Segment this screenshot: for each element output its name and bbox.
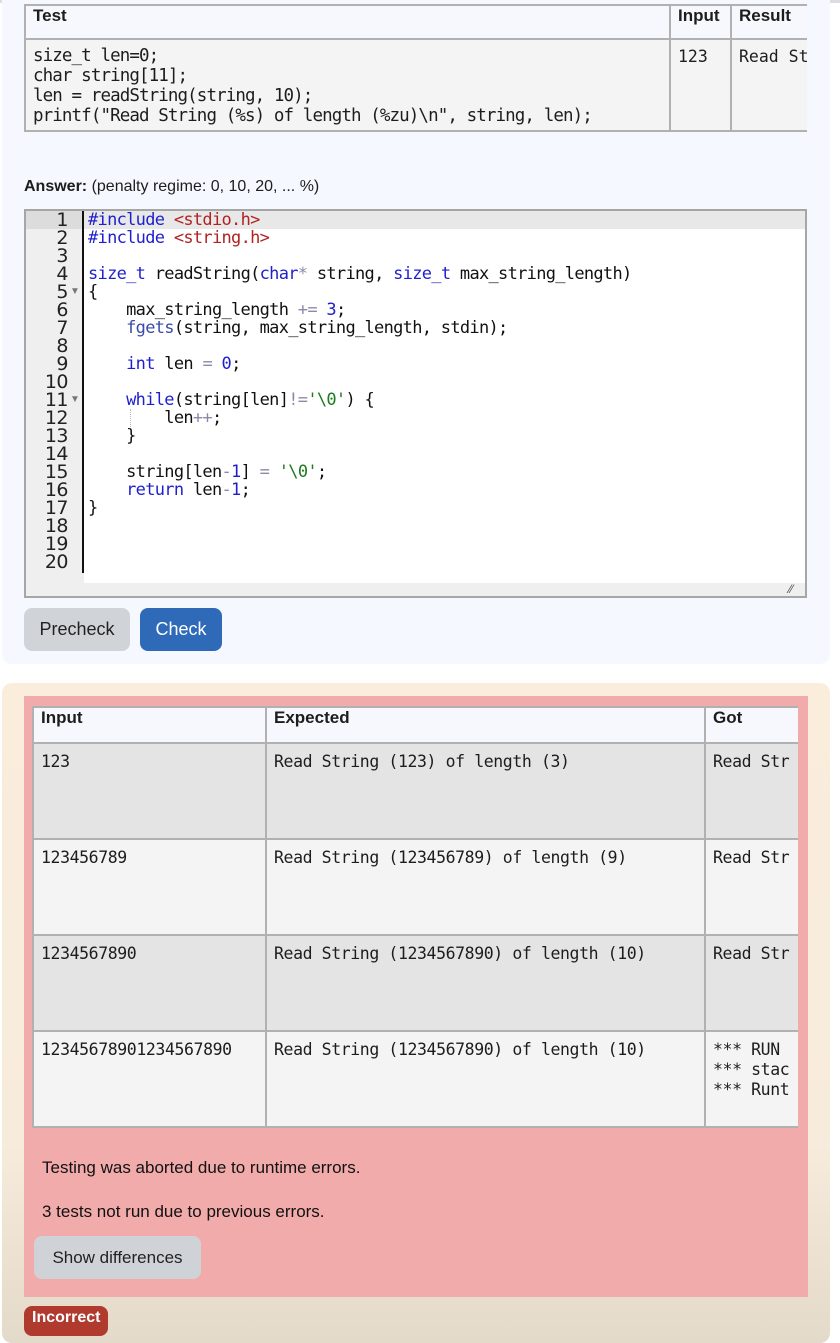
result-got: Read Str <box>704 934 798 1032</box>
table-row: 12345678901234567890 Read String (123456… <box>32 1030 798 1128</box>
result-input: 123 <box>32 742 267 840</box>
header-expected: Expected <box>265 706 706 744</box>
test-result-cell: Read St <box>730 38 807 132</box>
table-row: size_t len=0; char string[11]; len = rea… <box>24 38 807 132</box>
result-input: 1234567890 <box>32 934 267 1032</box>
code-line-17: } <box>88 498 98 518</box>
header-input: Input <box>669 4 732 40</box>
test-results-table: Input Expected Got 123 Read String (123)… <box>32 706 798 1128</box>
result-expected: Read String (123) of length (3) <box>265 742 706 840</box>
code-line-15: string[len-1] = '\0'; <box>88 462 327 482</box>
line-number-gutter: 1 2 3 4 5 ▼ 6 7 8 9 10 11 ▼ 12 13 14 15 16 17 18 19 20 <box>26 211 84 573</box>
header-result: Result <box>730 4 807 40</box>
test-examples-table: Test Input Result size_t len=0; char str… <box>24 4 807 132</box>
result-got: Read Str <box>704 838 798 936</box>
code-line-16: return len-1; <box>88 480 251 500</box>
result-expected: Read String (123456789) of length (9) <box>265 838 706 936</box>
table-row: 123 Read String (123) of length (3) Read… <box>32 742 798 840</box>
table-row: 1234567890 Read String (1234567890) of l… <box>32 934 798 1032</box>
line-number: 20 <box>44 551 69 573</box>
not-run-message: 3 tests not run due to previous errors. <box>42 1202 325 1221</box>
table-header-row: Test Input Result <box>24 4 807 40</box>
penalty-regime: (penalty regime: 0, 10, 20, ... %) <box>91 178 320 195</box>
resize-handle-icon[interactable]: ⁄⁄ <box>789 583 803 595</box>
answer-title: Answer: <box>24 178 88 195</box>
code-line-6: max_string_length += 3; <box>88 300 346 320</box>
abort-message: Testing was aborted due to runtime error… <box>42 1158 361 1177</box>
status-badge: Incorrect <box>24 1306 109 1336</box>
results-header-row: Input Expected Got <box>32 706 798 744</box>
code-line-9: int len = 0; <box>88 354 241 374</box>
result-input: 12345678901234567890 <box>32 1030 267 1128</box>
code-line-2: #include <string.h> <box>88 228 270 248</box>
code-text-area[interactable]: #include <stdio.h> #include <string.h> s… <box>84 211 805 583</box>
result-expected: Read String (1234567890) of length (10) <box>265 934 706 1032</box>
table-row: 123456789 Read String (123456789) of len… <box>32 838 798 936</box>
code-line-1: #include <stdio.h> <box>88 210 260 230</box>
result-got: Read Str <box>704 742 798 840</box>
code-line-11: while(string[len]!='\0') { <box>88 390 375 410</box>
code-editor[interactable]: 1 2 3 4 5 ▼ 6 7 8 9 10 11 ▼ 12 13 14 15 16 17 18 19 20 #inclu… <box>24 209 807 598</box>
result-got: *** RUN *** stac *** Runt <box>704 1030 798 1128</box>
test-code-cell: size_t len=0; char string[11]; len = rea… <box>24 38 671 132</box>
show-differences-button[interactable]: Show differences <box>34 1236 201 1279</box>
code-line-12: len++; <box>88 408 222 428</box>
precheck-button[interactable]: Precheck <box>24 608 130 651</box>
header-test: Test <box>24 4 671 40</box>
code-line-5: { <box>88 282 98 302</box>
code-line-7: fgets(string, max_string_length, stdin); <box>88 318 508 338</box>
result-input: 123456789 <box>32 838 267 936</box>
header-input: Input <box>32 706 267 744</box>
answer-label: Answer: (penalty regime: 0, 10, 20, ... … <box>24 178 319 196</box>
check-button[interactable]: Check <box>140 608 222 651</box>
result-expected: Read String (1234567890) of length (10) <box>265 1030 706 1128</box>
code-line-4: size_t readString(char* string, size_t m… <box>88 264 632 284</box>
header-got: Got <box>704 706 798 744</box>
fold-arrow-icon[interactable]: ▼ <box>70 391 80 409</box>
fold-arrow-icon[interactable]: ▼ <box>70 283 80 301</box>
code-line-13: } <box>88 426 136 446</box>
test-input-cell: 123 <box>669 38 732 132</box>
